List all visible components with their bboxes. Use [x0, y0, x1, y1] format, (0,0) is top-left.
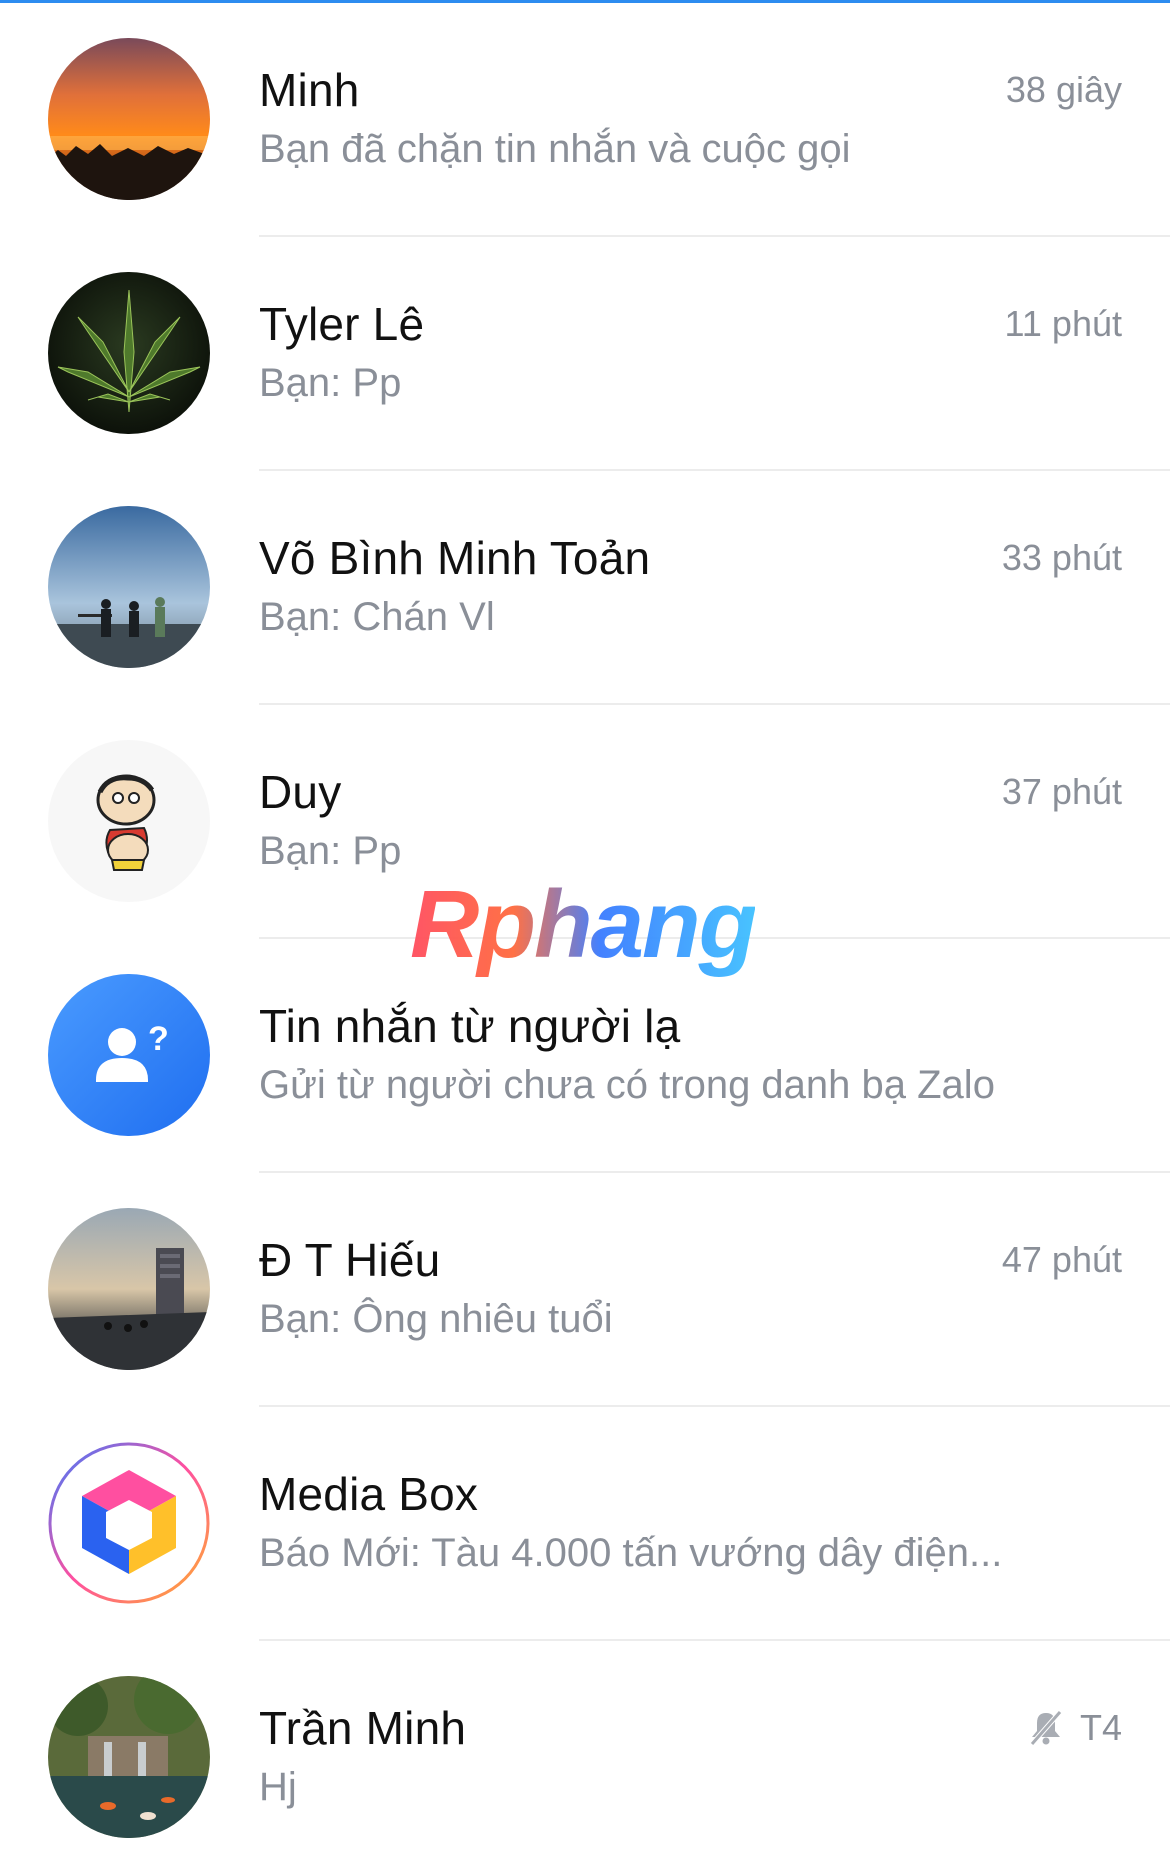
timestamp-text: 37 phút [1001, 771, 1122, 812]
contact-name: Minh [259, 64, 360, 116]
garden-avatar-image [48, 1676, 210, 1838]
message-preview: Bạn: Pp [259, 361, 402, 405]
avatar[interactable] [48, 1208, 210, 1370]
conversation-item-tyler-le[interactable]: Tyler Lê Bạn: Pp 11 phút [0, 237, 1170, 471]
street-avatar-image [48, 1208, 210, 1370]
message-preview: Bạn: Pp [259, 829, 402, 873]
avatar[interactable] [48, 38, 210, 200]
sunset-avatar-image [48, 38, 210, 200]
avatar[interactable]: ? [48, 974, 210, 1136]
timestamp-text: 11 phút [1004, 303, 1122, 344]
beach-avatar-image [48, 506, 210, 668]
muted-bell-icon [1030, 1710, 1062, 1746]
timestamp-text: T4 [1079, 1707, 1122, 1748]
message-preview: Bạn đã chặn tin nhắn và cuộc gọi [259, 127, 851, 171]
avatar[interactable] [48, 1442, 210, 1604]
contact-name: Media Box [259, 1468, 479, 1520]
timestamp: 47 phút [1002, 1239, 1122, 1281]
conversation-item-minh[interactable]: Minh Bạn đã chặn tin nhắn và cuộc gọi 38… [0, 3, 1170, 237]
avatar[interactable] [48, 740, 210, 902]
avatar[interactable] [48, 272, 210, 434]
message-preview: Bạn: Ông nhiêu tuổi [259, 1297, 613, 1341]
timestamp-text: 38 giây [1005, 69, 1122, 110]
conversation-item-dt-hieu[interactable]: Đ T Hiếu Bạn: Ông nhiêu tuổi 47 phút [0, 1173, 1170, 1407]
conversation-item-vo-binh-minh-toan[interactable]: Võ Bình Minh Toản Bạn: Chán Vl 33 phút [0, 471, 1170, 705]
message-preview: Báo Mới: Tàu 4.000 tấn vướng dây điện... [259, 1531, 1003, 1575]
contact-name: Đ T Hiếu [259, 1234, 441, 1286]
cartoon-avatar-image [48, 740, 210, 902]
timestamp: 38 giây [1006, 69, 1122, 111]
timestamp: T4 [1026, 1707, 1122, 1749]
timestamp: 33 phút [1002, 537, 1122, 579]
message-preview: Gửi từ người chưa có trong danh bạ Zalo [259, 1063, 995, 1107]
contact-name: Trần Minh [259, 1702, 467, 1754]
avatar[interactable] [48, 506, 210, 668]
unknown-person-icon: ? [48, 974, 210, 1136]
media-box-logo-icon [48, 1442, 210, 1604]
timestamp-text: 33 phút [1001, 537, 1122, 578]
message-preview: Bạn: Chán Vl [259, 595, 495, 639]
timestamp: 37 phút [1002, 771, 1122, 813]
contact-name: Duy [259, 766, 342, 818]
conversation-item-media-box[interactable]: Media Box Báo Mới: Tàu 4.000 tấn vướng d… [0, 1407, 1170, 1641]
watermark-logo: Rphang [410, 871, 757, 978]
contact-name: Tin nhắn từ người lạ [259, 1000, 681, 1052]
svg-text:?: ? [148, 1020, 169, 1058]
contact-name: Tyler Lê [259, 298, 425, 350]
timestamp: 11 phút [1005, 303, 1122, 345]
avatar[interactable] [48, 1676, 210, 1838]
contact-name: Võ Bình Minh Toản [259, 532, 651, 584]
message-preview: Hj [259, 1765, 297, 1809]
timestamp-text: 47 phút [1001, 1239, 1122, 1280]
leaf-avatar-image [48, 272, 210, 434]
